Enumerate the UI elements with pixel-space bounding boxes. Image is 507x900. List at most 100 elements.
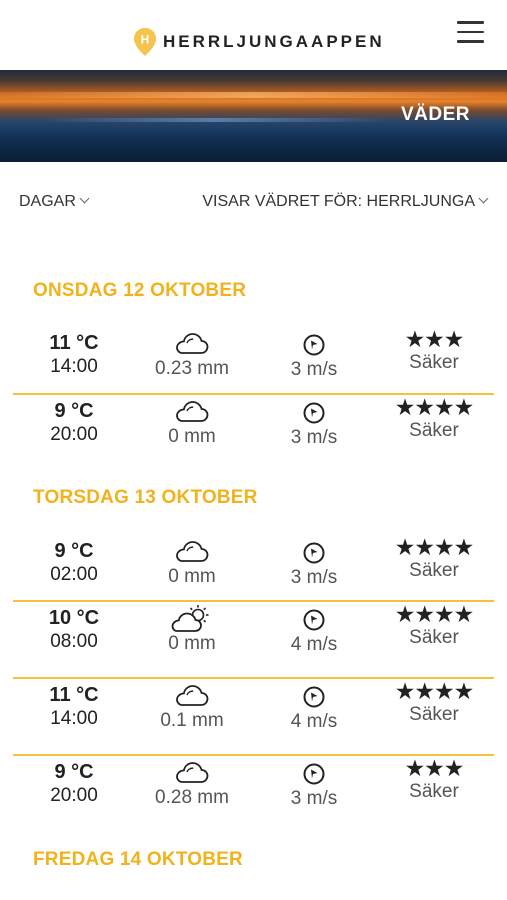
forecast-time: 08:00 <box>50 631 98 652</box>
menu-button[interactable] <box>457 21 484 43</box>
temperature-cell: 10 °C 08:00 <box>30 606 118 654</box>
precipitation-cell: 0 mm <box>148 539 236 589</box>
wind-direction-icon <box>270 607 358 633</box>
hamburger-icon-line <box>457 30 484 33</box>
star-rating-icon: ★★★ <box>404 326 465 352</box>
forecast-time: 20:00 <box>50 424 98 445</box>
forecast-row: 10 °C 08:00 0 mm 4 m/s ★★★★ Säker <box>13 600 494 670</box>
wind-speed: 3 m/s <box>290 567 338 588</box>
wind-speed: 3 m/s <box>290 359 338 380</box>
svg-text:H: H <box>141 33 150 47</box>
forecast-row: 11 °C 14:00 0.23 mm 3 m/s ★★★ Säker <box>13 327 494 397</box>
cloud-icon <box>148 331 236 357</box>
temperature: 9 °C <box>54 400 94 422</box>
forecast-row: 9 °C 20:00 0 mm 3 m/s ★★★★ Säker <box>13 393 494 463</box>
precipitation-cell: 0.1 mm <box>148 683 236 733</box>
precipitation-cell: 0.28 mm <box>148 760 236 810</box>
wind-speed: 4 m/s <box>290 634 338 655</box>
precipitation-value: 0.1 mm <box>160 710 224 731</box>
forecast-row: 11 °C 14:00 0.1 mm 4 m/s ★★★★ Säker <box>13 677 494 747</box>
day-header: ONSDAG 12 OKTOBER <box>33 280 247 301</box>
forecast-certainty-cell: ★★★★ Säker <box>387 395 481 443</box>
cloud-icon <box>148 539 236 565</box>
temperature: 9 °C <box>54 761 94 783</box>
wind-cell: 4 m/s <box>270 684 358 734</box>
cloud-icon <box>148 760 236 786</box>
wind-cell: 4 m/s <box>270 607 358 657</box>
precipitation-cell: 0.23 mm <box>148 331 236 381</box>
temperature-cell: 9 °C 20:00 <box>30 399 118 447</box>
temperature-cell: 9 °C 20:00 <box>30 760 118 808</box>
page-title: VÄDER <box>400 104 470 125</box>
precipitation-value: 0.28 mm <box>155 787 229 808</box>
forecast-certainty-cell: ★★★★ Säker <box>387 602 481 650</box>
location-dropdown-label: VISAR VÄDRET FÖR: HERRLJUNGA <box>202 193 475 210</box>
wind-direction-icon <box>270 332 358 358</box>
temperature-cell: 9 °C 02:00 <box>30 539 118 587</box>
wind-cell: 3 m/s <box>270 540 358 590</box>
wind-cell: 3 m/s <box>270 400 358 450</box>
wind-direction-icon <box>270 540 358 566</box>
wind-direction-icon <box>270 761 358 787</box>
forecast-certainty-cell: ★★★ Säker <box>387 327 481 375</box>
hamburger-icon-line <box>457 40 484 43</box>
precipitation-value: 0 mm <box>168 566 216 587</box>
chevron-down-icon <box>478 193 489 204</box>
app-logo[interactable]: H HERRLJUNGAAPPEN <box>133 27 385 57</box>
temperature: 11 °C <box>49 684 99 706</box>
certainty-label: Säker <box>409 420 459 441</box>
temperature: 11 °C <box>49 332 99 354</box>
star-rating-icon: ★★★★ <box>394 394 474 420</box>
forecast-time: 02:00 <box>50 564 98 585</box>
certainty-label: Säker <box>409 560 459 581</box>
wind-cell: 3 m/s <box>270 761 358 811</box>
forecast-row: 9 °C 20:00 0.28 mm 3 m/s ★★★ Säker <box>13 754 494 824</box>
chevron-down-icon <box>79 193 90 204</box>
wind-speed: 3 m/s <box>290 427 338 448</box>
cloud-icon <box>148 399 236 425</box>
app-header: H HERRLJUNGAAPPEN <box>0 0 507 70</box>
forecast-certainty-cell: ★★★★ Säker <box>387 679 481 727</box>
temperature-cell: 11 °C 14:00 <box>30 683 118 731</box>
app-name: HERRLJUNGAAPPEN <box>163 32 385 51</box>
day-header: TORSDAG 13 OKTOBER <box>33 487 258 508</box>
location-dropdown[interactable]: VISAR VÄDRET FÖR: HERRLJUNGA <box>202 193 489 211</box>
filter-bar: DAGAR VISAR VÄDRET FÖR: HERRLJUNGA <box>0 190 507 216</box>
forecast-certainty-cell: ★★★ Säker <box>387 756 481 804</box>
certainty-label: Säker <box>409 627 459 648</box>
location-pin-icon: H <box>134 28 156 56</box>
partly-sunny-icon <box>148 605 236 632</box>
temperature: 10 °C <box>48 607 100 629</box>
forecast-row: 9 °C 02:00 0 mm 3 m/s ★★★★ Säker <box>13 535 494 605</box>
precipitation-value: 0 mm <box>168 633 216 654</box>
forecast-certainty-cell: ★★★★ Säker <box>387 535 481 583</box>
wind-speed: 3 m/s <box>290 788 338 809</box>
hero-banner: VÄDER <box>0 70 507 162</box>
star-rating-icon: ★★★ <box>404 755 465 781</box>
hero-decoration <box>40 118 390 122</box>
hero-decoration <box>0 92 507 98</box>
certainty-label: Säker <box>409 781 459 802</box>
star-rating-icon: ★★★★ <box>394 601 474 627</box>
star-rating-icon: ★★★★ <box>394 534 474 560</box>
precipitation-value: 0.23 mm <box>155 358 229 379</box>
precipitation-cell: 0 mm <box>148 399 236 449</box>
star-rating-icon: ★★★★ <box>394 678 474 704</box>
wind-speed: 4 m/s <box>290 711 338 732</box>
wind-cell: 3 m/s <box>270 332 358 382</box>
temperature: 9 °C <box>54 540 94 562</box>
cloud-icon <box>148 683 236 709</box>
wind-direction-icon <box>270 400 358 426</box>
days-dropdown[interactable]: DAGAR <box>19 193 90 211</box>
wind-direction-icon <box>270 684 358 710</box>
forecast-time: 14:00 <box>50 356 98 377</box>
forecast-time: 20:00 <box>50 785 98 806</box>
days-dropdown-label: DAGAR <box>19 193 76 210</box>
hamburger-icon-line <box>457 21 484 24</box>
precipitation-cell: 0 mm <box>148 605 236 656</box>
certainty-label: Säker <box>409 704 459 725</box>
forecast-time: 14:00 <box>50 708 98 729</box>
temperature-cell: 11 °C 14:00 <box>30 331 118 379</box>
precipitation-value: 0 mm <box>168 426 216 447</box>
day-header: FREDAG 14 OKTOBER <box>33 849 243 870</box>
